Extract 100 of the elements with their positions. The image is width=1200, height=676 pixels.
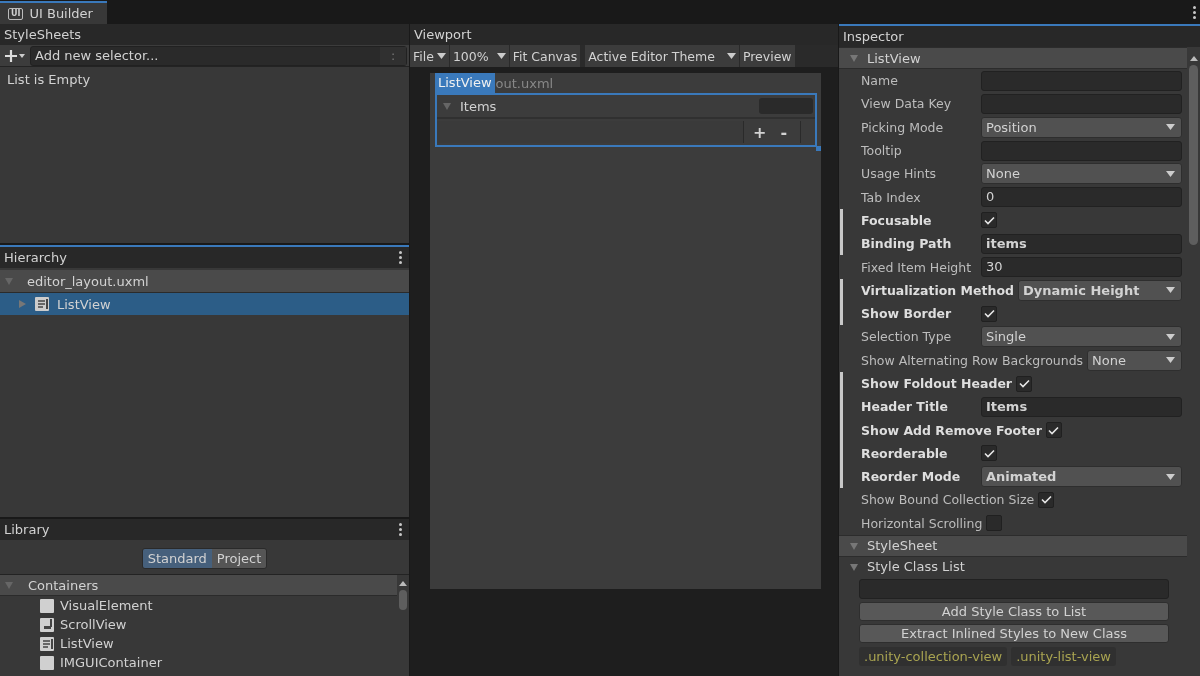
- field-label: Picking Mode: [861, 119, 945, 135]
- foldout-arrow-icon: [4, 580, 14, 590]
- caret-icon: [496, 53, 506, 59]
- caret-icon: [1166, 473, 1175, 480]
- field-label: Binding Path: [861, 236, 953, 252]
- foldout-arrow-icon: [442, 101, 452, 111]
- document-name: out.uxml: [494, 75, 554, 91]
- section-header[interactable]: ListView: [839, 47, 1187, 69]
- field-label: View Data Key: [861, 96, 953, 112]
- field-label: Selection Type: [861, 329, 953, 345]
- list-icon: [35, 297, 49, 311]
- field-label: Tooltip: [861, 143, 903, 159]
- library-tab[interactable]: Standard: [142, 549, 212, 568]
- field-label: Show Add Remove Footer: [861, 422, 1043, 438]
- style-class-tag[interactable]: .unity-list-view: [1011, 646, 1116, 666]
- empty-message: List is Empty: [7, 72, 91, 87]
- field-label: Show Border: [861, 306, 953, 322]
- ui-icon: UI: [8, 7, 24, 20]
- checkbox[interactable]: [981, 305, 997, 322]
- text-field[interactable]: 30: [981, 257, 1182, 277]
- toolbar-button[interactable]: Fit Canvas: [509, 45, 581, 67]
- section-header[interactable]: Style Class List: [839, 556, 1187, 577]
- field-label: Show Bound Collection Size: [861, 492, 1036, 508]
- tree-item[interactable]: editor_layout.uxml: [0, 270, 409, 293]
- panel-title: Viewport: [414, 27, 472, 42]
- field-label: Fixed Item Height: [861, 259, 973, 275]
- checkbox[interactable]: [981, 212, 997, 229]
- text-field[interactable]: 0: [981, 187, 1182, 208]
- resize-handle[interactable]: [816, 146, 821, 151]
- field-label: Virtualization Method: [861, 282, 1015, 298]
- window-title: UI Builder: [29, 6, 93, 21]
- square-icon: [40, 598, 54, 613]
- remove-button[interactable]: -: [775, 122, 793, 142]
- checkbox[interactable]: [981, 445, 997, 462]
- dropdown[interactable]: None: [1087, 349, 1182, 371]
- field-label: Reorder Mode: [861, 469, 962, 485]
- caret-icon: [1166, 333, 1175, 340]
- caret-icon: [1166, 170, 1175, 177]
- selector-field[interactable]: Add new selector... :: [30, 45, 407, 66]
- caret-icon: [1166, 124, 1175, 131]
- library-tab[interactable]: Project: [211, 549, 267, 568]
- checkbox[interactable]: [1045, 422, 1062, 439]
- inspector-button[interactable]: Extract Inlined Styles to New Class: [859, 623, 1169, 643]
- panel-title: StyleSheets: [4, 27, 81, 42]
- foldout-arrow-icon: [849, 561, 859, 572]
- text-field[interactable]: items: [981, 233, 1182, 254]
- dropdown[interactable]: Animated: [981, 466, 1182, 488]
- foldout-arrow-icon: [849, 53, 859, 63]
- window-tab[interactable]: UI UI Builder: [0, 1, 107, 24]
- library-item[interactable]: ScrollView: [0, 615, 397, 634]
- dropdown[interactable]: Dynamic Height: [1017, 279, 1182, 301]
- field-label: Focusable: [861, 212, 933, 228]
- category-header[interactable]: Containers: [0, 575, 397, 596]
- foldout-arrow-icon: [17, 299, 27, 309]
- checkbox[interactable]: [1038, 492, 1055, 508]
- field-label: Name: [861, 73, 899, 89]
- plus-icon: [4, 48, 26, 63]
- dropdown[interactable]: Position: [981, 116, 1182, 138]
- foldout-title: Items: [460, 98, 498, 114]
- scrollbar-thumb[interactable]: [399, 590, 407, 610]
- dropdown[interactable]: Single: [981, 326, 1182, 348]
- toolbar-menu[interactable]: File: [410, 45, 449, 67]
- inspector-button[interactable]: Add Style Class to List: [859, 601, 1169, 621]
- style-class-tag[interactable]: .unity-collection-view: [859, 646, 1008, 666]
- checkbox[interactable]: [986, 515, 1003, 532]
- add-button[interactable]: +: [748, 122, 772, 142]
- field-label: Header Title: [861, 399, 949, 415]
- square-icon: [40, 655, 54, 670]
- panel-title: Inspector: [843, 29, 904, 44]
- caret-icon: [1166, 357, 1175, 364]
- options-button[interactable]: :: [380, 46, 406, 65]
- toolbar-menu[interactable]: Active Editor Theme: [585, 45, 739, 67]
- dropdown[interactable]: None: [981, 163, 1182, 185]
- tree-item[interactable]: ListView: [0, 293, 409, 315]
- caret-icon: [726, 53, 736, 59]
- field-label: Show Foldout Header: [861, 376, 1014, 391]
- foldout-arrow-icon: [849, 540, 859, 551]
- element-tag: ListView: [435, 73, 495, 93]
- toolbar-button[interactable]: Preview: [739, 45, 795, 67]
- library-item[interactable]: VisualElement: [0, 596, 397, 615]
- caret-icon: [1166, 287, 1175, 294]
- library-item[interactable]: IMGUIContainer: [0, 653, 397, 672]
- library-item[interactable]: ListView: [0, 634, 397, 653]
- scroll-icon: [40, 617, 54, 632]
- foldout-arrow-icon: [4, 276, 14, 286]
- list-icon: [40, 636, 54, 651]
- scroll-up-icon[interactable]: [398, 579, 408, 587]
- checkbox[interactable]: [1016, 375, 1033, 392]
- section-header[interactable]: StyleSheet: [839, 534, 1187, 557]
- field-label: Reorderable: [861, 445, 949, 461]
- field-label: Horizontal Scrolling: [861, 515, 984, 531]
- toolbar-menu[interactable]: 100%: [449, 45, 509, 67]
- field-label: Usage Hints: [861, 166, 938, 182]
- scrollbar-thumb[interactable]: [1189, 65, 1198, 245]
- scroll-up-icon[interactable]: [1188, 54, 1199, 62]
- caret-icon: [436, 53, 446, 59]
- field-label: Show Alternating Row Backgrounds: [861, 352, 1085, 368]
- text-field[interactable]: Items: [981, 396, 1182, 417]
- field-label: Tab Index: [861, 189, 922, 205]
- panel-title: Library: [4, 522, 50, 537]
